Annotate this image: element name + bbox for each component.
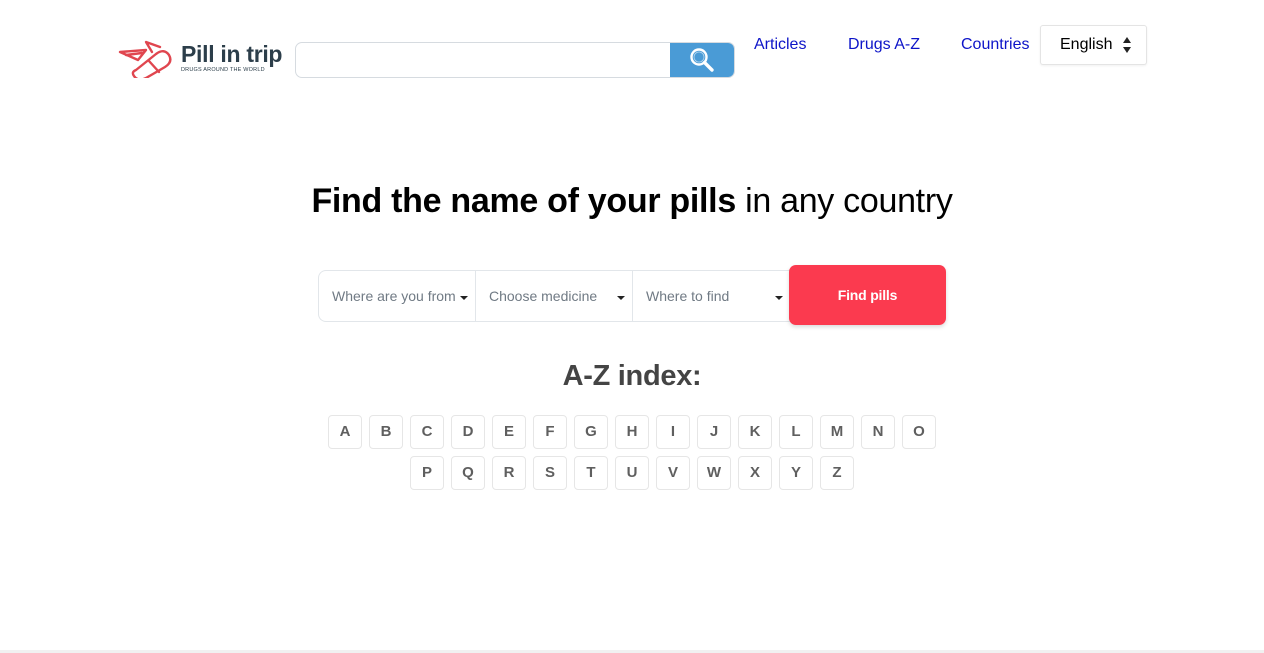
country-to-placeholder: Where to find — [646, 288, 730, 304]
az-letter-button[interactable]: X — [738, 456, 772, 490]
logo-text: Pill in trip — [181, 41, 283, 67]
sort-arrows-icon — [1123, 37, 1131, 53]
az-letter-button[interactable]: I — [656, 415, 690, 449]
az-letter-button[interactable]: G — [574, 415, 608, 449]
caret-down-icon — [775, 296, 783, 300]
logo-tagline: DRUGS AROUND THE WORLD — [181, 67, 265, 73]
nav-link-drugs-a-z[interactable]: Drugs A-Z — [848, 36, 920, 54]
pill-wings-logo-icon — [118, 40, 172, 78]
az-letter-button[interactable]: Q — [451, 456, 485, 490]
language-selected: English — [1060, 36, 1113, 53]
az-index-row-2: PQRSTUVWXYZ — [0, 456, 1264, 490]
az-letter-button[interactable]: H — [615, 415, 649, 449]
caret-down-icon — [617, 296, 625, 300]
az-letter-button[interactable]: Y — [779, 456, 813, 490]
header: Pill in trip DRUGS AROUND THE WORLD Arti… — [0, 0, 1264, 100]
find-pills-button[interactable]: Find pills — [789, 265, 946, 325]
nav-link-countries[interactable]: Countries — [961, 36, 1029, 54]
nav-link-articles[interactable]: Articles — [754, 36, 806, 54]
country-from-placeholder: Where are you from — [332, 288, 456, 304]
search-icon — [690, 48, 714, 72]
az-letter-button[interactable]: C — [410, 415, 444, 449]
az-letter-button[interactable]: S — [533, 456, 567, 490]
country-from-select[interactable]: Where are you from — [319, 271, 476, 321]
pill-finder-form: Where are you from Choose medicine Where… — [318, 270, 790, 322]
az-letter-button[interactable]: L — [779, 415, 813, 449]
az-letter-button[interactable]: D — [451, 415, 485, 449]
medicine-select[interactable]: Choose medicine — [476, 271, 633, 321]
country-to-select[interactable]: Where to find — [633, 271, 790, 321]
search-input[interactable] — [296, 43, 671, 77]
az-letter-button[interactable]: E — [492, 415, 526, 449]
search-bar — [295, 42, 735, 78]
az-letter-button[interactable]: B — [369, 415, 403, 449]
hero-title-bold: Find the name of your pills — [311, 182, 736, 220]
az-letter-button[interactable]: N — [861, 415, 895, 449]
az-letter-button[interactable]: R — [492, 456, 526, 490]
search-button[interactable] — [670, 43, 734, 77]
az-letter-button[interactable]: P — [410, 456, 444, 490]
az-letter-button[interactable]: J — [697, 415, 731, 449]
az-letter-button[interactable]: W — [697, 456, 731, 490]
az-index-title: A-Z index: — [562, 360, 702, 392]
az-letter-button[interactable]: F — [533, 415, 567, 449]
hero-title: Find the name of your pills in any count… — [0, 180, 1264, 222]
language-select[interactable]: English — [1040, 25, 1147, 65]
az-letter-button[interactable]: V — [656, 456, 690, 490]
az-letter-button[interactable]: O — [902, 415, 936, 449]
medicine-placeholder: Choose medicine — [489, 288, 598, 304]
az-index-row-1: ABCDEFGHIJKLMNO — [0, 415, 1264, 449]
az-letter-button[interactable]: T — [574, 456, 608, 490]
caret-down-icon — [460, 296, 468, 300]
logo[interactable]: Pill in trip DRUGS AROUND THE WORLD — [116, 38, 291, 78]
hero-title-rest: in any country — [735, 182, 953, 220]
az-letter-button[interactable]: K — [738, 415, 772, 449]
az-letter-button[interactable]: U — [615, 456, 649, 490]
az-letter-button[interactable]: A — [328, 415, 362, 449]
az-letter-button[interactable]: Z — [820, 456, 854, 490]
az-letter-button[interactable]: M — [820, 415, 854, 449]
